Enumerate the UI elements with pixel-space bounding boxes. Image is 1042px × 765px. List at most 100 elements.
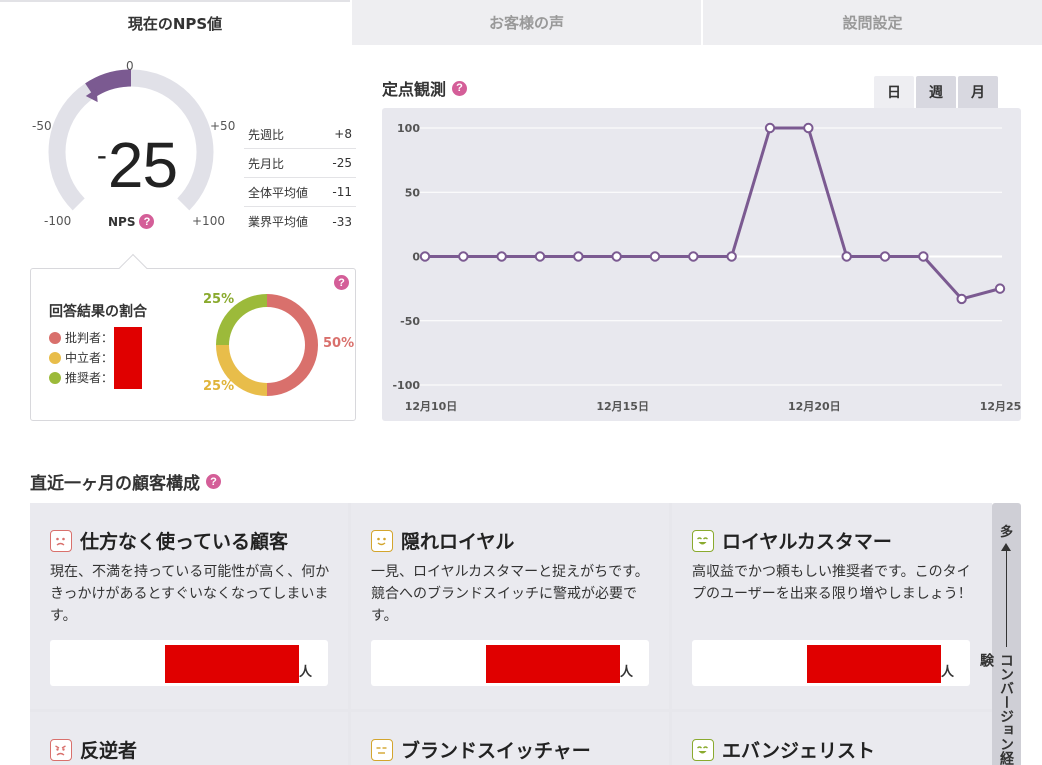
card-title-text: エバンジェリスト bbox=[722, 740, 875, 762]
data-point[interactable] bbox=[496, 251, 507, 262]
gauge-tick-plus-100: +100 bbox=[192, 214, 225, 228]
data-point[interactable] bbox=[918, 251, 929, 262]
compare-row: 先月比 -25 bbox=[244, 149, 356, 178]
x-tick-label: 12月20日 bbox=[788, 400, 841, 413]
y-tick-label: 0 bbox=[412, 251, 420, 264]
conversion-scale-bar: 多 コンバージョン経験 bbox=[978, 503, 1021, 765]
fixed-point-help-icon[interactable]: ? bbox=[452, 80, 468, 96]
y-tick-label: -100 bbox=[392, 379, 420, 392]
count-unit: 人 bbox=[298, 665, 312, 680]
card-title-text: 仕方なく使っている顧客 bbox=[80, 531, 289, 553]
data-point[interactable] bbox=[879, 251, 891, 262]
card-title-text: ロイヤルカスタマー bbox=[722, 531, 892, 553]
nps-label-text: NPS bbox=[108, 214, 136, 229]
angry-face-icon bbox=[50, 738, 72, 761]
period-tabs: 日 週 月 bbox=[874, 76, 998, 108]
compare-label: 業界平均値 bbox=[248, 215, 309, 229]
compare-row: 業界平均値 -33 bbox=[244, 207, 356, 236]
compare-row: 先週比 +8 bbox=[244, 120, 356, 149]
nps-value: -25 bbox=[82, 120, 192, 201]
nps-trend-chart: 100 50 0 -50 -100 12月10日 12月15日 12月20日 12月25日 bbox=[382, 108, 1021, 421]
donut-label-promoters: 25% bbox=[203, 292, 235, 307]
series-line bbox=[425, 126, 1001, 301]
redacted-count bbox=[165, 645, 299, 683]
data-point[interactable] bbox=[649, 251, 661, 262]
data-point[interactable] bbox=[458, 251, 469, 262]
donut-label-detractors: 50% bbox=[323, 336, 355, 351]
card-title: ブランドスイッチャー bbox=[371, 736, 591, 763]
y-tick-label: 50 bbox=[405, 186, 421, 199]
count-unit: 人 bbox=[619, 665, 633, 680]
data-point[interactable] bbox=[764, 122, 776, 134]
period-tab-month[interactable]: 月 bbox=[958, 76, 998, 108]
data-point[interactable] bbox=[841, 251, 852, 262]
compare-row: 全体平均値 -11 bbox=[244, 178, 356, 207]
gauge-tick-minus-100: -100 bbox=[44, 214, 72, 228]
breakdown-donut bbox=[216, 294, 318, 396]
period-tab-week[interactable]: 週 bbox=[916, 76, 956, 108]
data-point[interactable] bbox=[994, 283, 1006, 294]
composition-help-icon[interactable]: ? bbox=[206, 474, 221, 489]
donut-slice-detractors bbox=[267, 294, 318, 396]
card-reluctant-customers: 仕方なく使っている顧客 現在、不満を持っている可能性が高く、何かきっかけがあると… bbox=[30, 503, 348, 709]
gauge-tick-plus-50: +50 bbox=[210, 119, 236, 133]
nps-gauge: 0 -50 +50 -100 +100 -25 NPS ? bbox=[30, 56, 235, 236]
neutral-face-icon bbox=[371, 738, 393, 761]
compare-value: -25 bbox=[332, 156, 352, 170]
data-point[interactable] bbox=[534, 251, 546, 262]
composition-title: 直近一ヶ月の顧客構成 ? bbox=[30, 469, 221, 494]
compare-label: 先週比 bbox=[248, 127, 285, 142]
data-point[interactable] bbox=[803, 122, 814, 134]
customer-composition-grid: 仕方なく使っている顧客 現在、不満を持っている可能性が高く、何かきっかけがあると… bbox=[30, 503, 992, 765]
y-tick-label: 100 bbox=[397, 122, 420, 135]
data-point[interactable] bbox=[611, 251, 622, 262]
nps-number: 25 bbox=[107, 129, 178, 201]
card-hidden-loyal: 隠れロイヤル 一見、ロイヤルカスタマーと捉えがちです。競合へのブランドスイッチに… bbox=[351, 503, 669, 709]
data-point[interactable] bbox=[726, 251, 737, 262]
comparison-table: 先週比 +8 先月比 -25 全体平均値 -11 業界平均値 -33 bbox=[244, 120, 356, 236]
data-point[interactable] bbox=[956, 293, 967, 305]
card-description: 現在、不満を持っている可能性が高く、何かきっかけがあるとすぐいなくなってしまいま… bbox=[50, 564, 330, 624]
card-title: エバンジェリスト bbox=[692, 736, 875, 763]
customer-count: 人 bbox=[692, 640, 970, 686]
composition-title-text: 直近一ヶ月の顧客構成 bbox=[30, 474, 200, 494]
response-breakdown-box: ? 回答結果の割合 批判者： 中立者： 推奨者： 50% 25% 25% bbox=[30, 253, 356, 421]
gauge-tick-minus-50: -50 bbox=[32, 119, 52, 133]
x-tick-label: 12月25日 bbox=[980, 400, 1021, 413]
nps-help-icon[interactable]: ? bbox=[139, 214, 155, 229]
y-tick-label: -50 bbox=[400, 315, 420, 328]
grin-face-icon bbox=[692, 738, 714, 761]
redacted-count bbox=[486, 645, 620, 683]
tab-question-settings[interactable]: 設問設定 bbox=[701, 0, 1042, 45]
tab-current-nps[interactable]: 現在のNPS値 bbox=[0, 0, 350, 45]
nps-label: NPS ? bbox=[108, 214, 155, 229]
gauge-fill bbox=[85, 69, 132, 98]
compare-value: -33 bbox=[332, 214, 352, 229]
x-tick-label: 12月15日 bbox=[596, 400, 649, 413]
scale-top-label: 多 bbox=[1000, 525, 1014, 540]
customer-count: 人 bbox=[371, 640, 649, 686]
fixed-point-title: 定点観測 ? bbox=[382, 76, 468, 100]
data-point[interactable] bbox=[573, 251, 584, 262]
compare-value: +8 bbox=[334, 127, 352, 141]
grin-face-icon bbox=[692, 529, 714, 552]
tab-customer-voice[interactable]: お客様の声 bbox=[350, 0, 701, 45]
trend-chart-svg: 100 50 0 -50 -100 12月10日 12月15日 12月20日 12月25日 bbox=[392, 122, 1021, 413]
card-evangelists: エバンジェリスト bbox=[672, 712, 992, 765]
compare-label: 先月比 bbox=[248, 156, 285, 171]
data-point[interactable] bbox=[688, 251, 699, 262]
count-unit: 人 bbox=[940, 665, 954, 680]
customer-count: 人 bbox=[50, 640, 328, 686]
card-description: 一見、ロイヤルカスタマーと捉えがちです。競合へのブランドスイッチに警戒が必要です… bbox=[371, 564, 649, 624]
period-tab-day[interactable]: 日 bbox=[874, 76, 914, 108]
frown-face-icon bbox=[50, 529, 72, 552]
gauge-tick-0: 0 bbox=[126, 59, 134, 73]
card-brand-switchers: ブランドスイッチャー bbox=[351, 712, 669, 765]
card-title: 隠れロイヤル bbox=[371, 527, 514, 554]
compare-label: 全体平均値 bbox=[248, 185, 309, 200]
card-title-text: ブランドスイッチャー bbox=[401, 740, 591, 762]
card-title: ロイヤルカスタマー bbox=[692, 527, 892, 554]
nps-tabs: 現在のNPS値 お客様の声 設問設定 bbox=[0, 0, 1042, 45]
card-title-text: 隠れロイヤル bbox=[401, 531, 515, 553]
data-point[interactable] bbox=[419, 251, 431, 262]
